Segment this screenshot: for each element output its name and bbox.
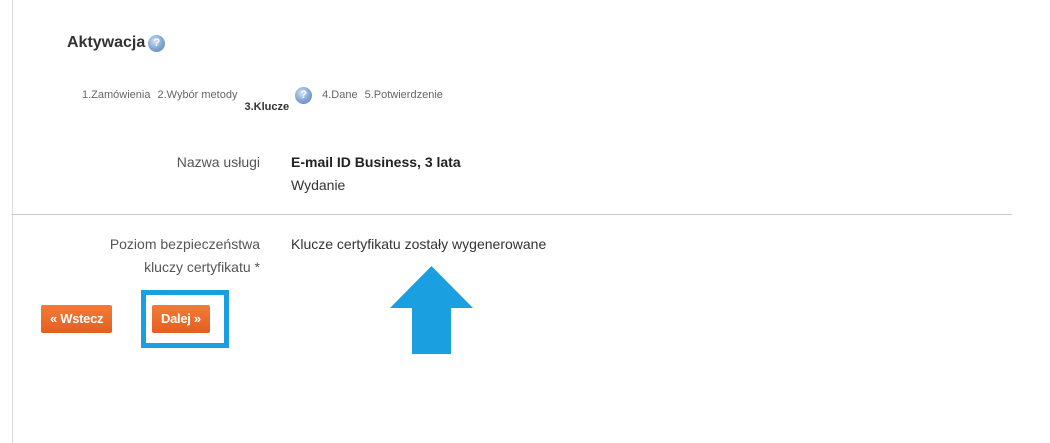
step-orders: 1.Zamówienia	[82, 89, 151, 101]
question-help-icon[interactable]: ?	[148, 34, 166, 52]
step-confirmation: 5.Potwierdzenie	[364, 89, 443, 101]
security-label-line1: Poziom bezpieczeństwa	[109, 236, 260, 252]
back-button[interactable]: « Wstecz	[41, 305, 113, 333]
section-divider	[12, 214, 1012, 215]
steps-breadcrumb: 1.Zamówienia 2.Wybór metody 3.Klucze ? 4…	[82, 84, 450, 113]
service-name: E-mail ID Business, 3 lata	[291, 154, 461, 170]
arrow-up-icon	[390, 266, 473, 354]
left-border	[12, 0, 13, 443]
page-title: Aktywacja	[67, 34, 146, 51]
step-data: 4.Dane	[322, 89, 358, 101]
step-help-wrap: ?	[295, 87, 313, 104]
service-type: Wydanie	[291, 177, 346, 193]
service-name-label: Nazwa usługi	[176, 154, 260, 170]
step-method: 2.Wybór metody	[157, 89, 238, 101]
security-label-line2: kluczy certyfikatu *	[144, 259, 260, 275]
service-value: E-mail ID Business, 3 lata Wydanie	[291, 151, 461, 197]
security-level-value: Klucze certyfikatu zostały wygenerowane	[291, 236, 547, 252]
step-keys-active: 3.Klucze	[244, 101, 290, 113]
security-level-label: Poziom bezpieczeństwa kluczy certyfikatu…	[40, 233, 260, 279]
question-help-icon[interactable]: ?	[295, 87, 313, 104]
title-row: Aktywacja ?	[67, 34, 166, 52]
activation-page: Aktywacja ? 1.Zamówienia 2.Wybór metody …	[0, 0, 1050, 443]
highlight-box	[141, 290, 229, 348]
